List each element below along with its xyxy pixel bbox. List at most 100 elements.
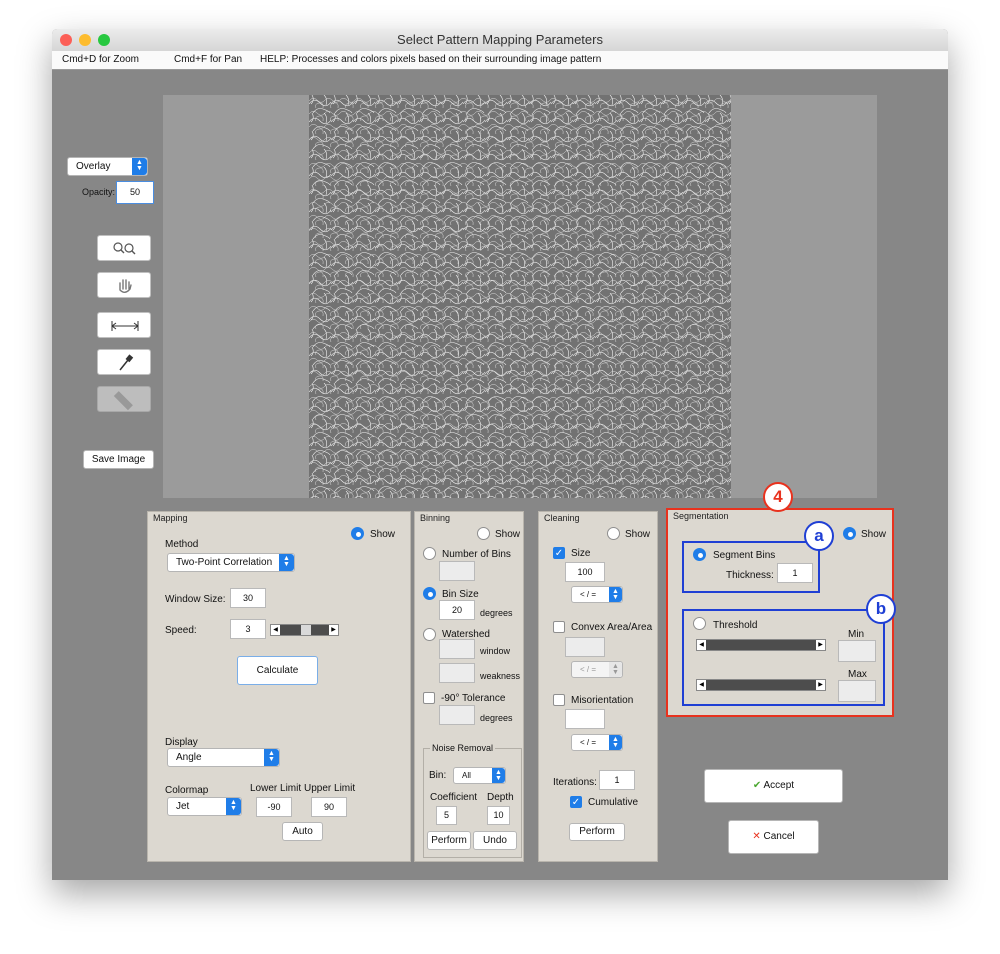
size-label: Size bbox=[571, 548, 591, 559]
misorientation-input[interactable] bbox=[565, 709, 605, 729]
threshold-min-slider[interactable]: ◀ ▶ bbox=[696, 639, 826, 651]
slider-right-arrow-icon[interactable]: ▶ bbox=[816, 680, 825, 690]
chevron-updown-icon: ▲ ▼ bbox=[492, 768, 505, 783]
annotation-label-a: a bbox=[804, 521, 834, 551]
menu-help[interactable]: HELP: Processes and colors pixels based … bbox=[260, 51, 601, 69]
tolerance-checkbox[interactable] bbox=[423, 692, 435, 704]
cleaning-show-radio[interactable] bbox=[607, 527, 620, 540]
opacity-input[interactable]: 50 bbox=[116, 181, 154, 204]
noise-perform-button[interactable]: Perform bbox=[427, 831, 471, 850]
ruler-icon bbox=[113, 391, 133, 411]
title-bar: Select Pattern Mapping Parameters bbox=[52, 29, 948, 52]
display-select[interactable]: Angle ▲ ▼ bbox=[167, 748, 280, 767]
speed-label: Speed: bbox=[165, 625, 197, 636]
coefficient-input[interactable]: 5 bbox=[436, 806, 457, 825]
lower-limit-input[interactable]: -90 bbox=[256, 797, 292, 817]
hand-icon bbox=[119, 279, 132, 293]
segmentation-show-radio[interactable] bbox=[843, 527, 856, 540]
calculate-button[interactable]: Calculate bbox=[237, 656, 318, 685]
cleaning-perform-button[interactable]: Perform bbox=[569, 823, 625, 841]
number-bins-input bbox=[439, 561, 475, 581]
watershed-radio[interactable] bbox=[423, 628, 436, 641]
eyedropper-tool-button[interactable] bbox=[97, 349, 151, 375]
menu-zoom[interactable]: Cmd+D for Zoom bbox=[62, 51, 139, 69]
display-label: Display bbox=[165, 737, 198, 748]
binning-panel: Binning Show Number of Bins Bin Size 20 … bbox=[414, 511, 524, 862]
chevron-updown-icon: ▲ ▼ bbox=[264, 749, 279, 766]
binning-show-radio[interactable] bbox=[477, 527, 490, 540]
opacity-label: Opacity: bbox=[82, 187, 116, 197]
convex-checkbox[interactable] bbox=[553, 621, 565, 633]
chevron-updown-icon: ▲ ▼ bbox=[226, 798, 241, 815]
measure-icon bbox=[111, 321, 139, 331]
binning-show-label: Show bbox=[495, 529, 521, 540]
minimize-window-icon[interactable] bbox=[79, 34, 91, 46]
slider-right-arrow-icon[interactable]: ▶ bbox=[816, 640, 825, 650]
checkmark-icon: ✔ bbox=[752, 780, 762, 791]
upper-limit-input[interactable]: 90 bbox=[311, 797, 347, 817]
cumulative-checkbox[interactable]: ✓ bbox=[570, 796, 582, 808]
menu-bar: Cmd+D for Zoom Cmd+F for Pan HELP: Proce… bbox=[52, 51, 948, 70]
convex-label: Convex Area/Area bbox=[571, 622, 653, 633]
bin-size-radio[interactable] bbox=[423, 587, 436, 600]
colormap-label: Colormap bbox=[165, 785, 209, 796]
size-input[interactable]: 100 bbox=[565, 562, 605, 582]
cleaning-panel: Cleaning Show ✓ Size 100 < / = ▲ ▼ Convex… bbox=[538, 511, 658, 862]
speed-slider-thumb[interactable] bbox=[301, 625, 312, 635]
min-label: Min bbox=[848, 629, 865, 640]
slider-right-arrow-icon[interactable]: ▶ bbox=[329, 625, 338, 635]
view-mode-value: Overlay bbox=[76, 161, 111, 172]
watershed-window-label: window bbox=[480, 646, 511, 656]
depth-input[interactable]: 10 bbox=[487, 806, 510, 825]
zoom-window-icon[interactable] bbox=[98, 34, 110, 46]
mapping-show-radio[interactable] bbox=[351, 527, 364, 540]
size-checkbox[interactable]: ✓ bbox=[553, 547, 565, 559]
speed-slider[interactable]: ◀ ▶ bbox=[270, 624, 339, 636]
zoom-in-out-icon bbox=[113, 242, 136, 255]
threshold-max-slider[interactable]: ◀ ▶ bbox=[696, 679, 826, 691]
max-label: Max bbox=[848, 669, 867, 680]
cancel-button[interactable]: ✕ Cancel bbox=[728, 820, 819, 854]
view-mode-select[interactable]: Overlay ▲ ▼ bbox=[67, 157, 148, 176]
noise-removal-group: Noise Removal Bin: All ▲ ▼ Coefficient De… bbox=[423, 743, 522, 858]
thickness-input[interactable]: 1 bbox=[777, 563, 813, 583]
max-input bbox=[838, 680, 876, 702]
slider-left-arrow-icon[interactable]: ◀ bbox=[271, 625, 280, 635]
speed-input[interactable]: 3 bbox=[230, 619, 266, 639]
colormap-select[interactable]: Jet ▲ ▼ bbox=[167, 797, 242, 816]
noise-bin-select[interactable]: All ▲ ▼ bbox=[453, 767, 506, 784]
misorientation-operator-select[interactable]: < / = ▲ ▼ bbox=[571, 734, 623, 751]
method-select[interactable]: Two-Point Correlation ▲ ▼ bbox=[167, 553, 295, 572]
annotation-label-b: b bbox=[866, 594, 896, 624]
close-window-icon[interactable] bbox=[60, 34, 72, 46]
tolerance-input bbox=[439, 705, 475, 725]
accept-label: Accept bbox=[763, 780, 795, 791]
size-operator-value: < / = bbox=[580, 590, 597, 599]
bin-size-label: Bin Size bbox=[442, 589, 479, 600]
micrograph-image[interactable] bbox=[309, 95, 731, 498]
measure-tool-button[interactable] bbox=[97, 312, 151, 338]
window-size-label: Window Size: bbox=[165, 594, 226, 605]
size-operator-select[interactable]: < / = ▲ ▼ bbox=[571, 586, 623, 603]
bin-size-input[interactable]: 20 bbox=[439, 600, 475, 620]
misorientation-checkbox[interactable] bbox=[553, 694, 565, 706]
mapping-panel: Mapping Show Method Two-Point Correlatio… bbox=[147, 511, 411, 862]
save-image-button[interactable]: Save Image bbox=[83, 450, 154, 469]
menu-pan[interactable]: Cmd+F for Pan bbox=[174, 51, 242, 69]
number-bins-label: Number of Bins bbox=[442, 549, 511, 560]
slider-left-arrow-icon[interactable]: ◀ bbox=[697, 640, 706, 650]
accept-button[interactable]: ✔ Accept bbox=[704, 769, 843, 803]
noise-undo-button[interactable]: Undo bbox=[473, 831, 517, 850]
window-size-input[interactable]: 30 bbox=[230, 588, 266, 608]
iterations-input[interactable]: 1 bbox=[599, 770, 635, 790]
auto-button[interactable]: Auto bbox=[282, 822, 323, 841]
cleaning-show-label: Show bbox=[625, 529, 651, 540]
threshold-radio[interactable] bbox=[693, 617, 706, 630]
binning-title: Binning bbox=[420, 513, 451, 523]
zoom-tool-button[interactable] bbox=[97, 235, 151, 261]
misorientation-operator-value: < / = bbox=[580, 738, 597, 747]
segment-bins-radio[interactable] bbox=[693, 548, 706, 561]
pan-tool-button[interactable] bbox=[97, 272, 151, 298]
number-bins-radio[interactable] bbox=[423, 547, 436, 560]
slider-left-arrow-icon[interactable]: ◀ bbox=[697, 680, 706, 690]
